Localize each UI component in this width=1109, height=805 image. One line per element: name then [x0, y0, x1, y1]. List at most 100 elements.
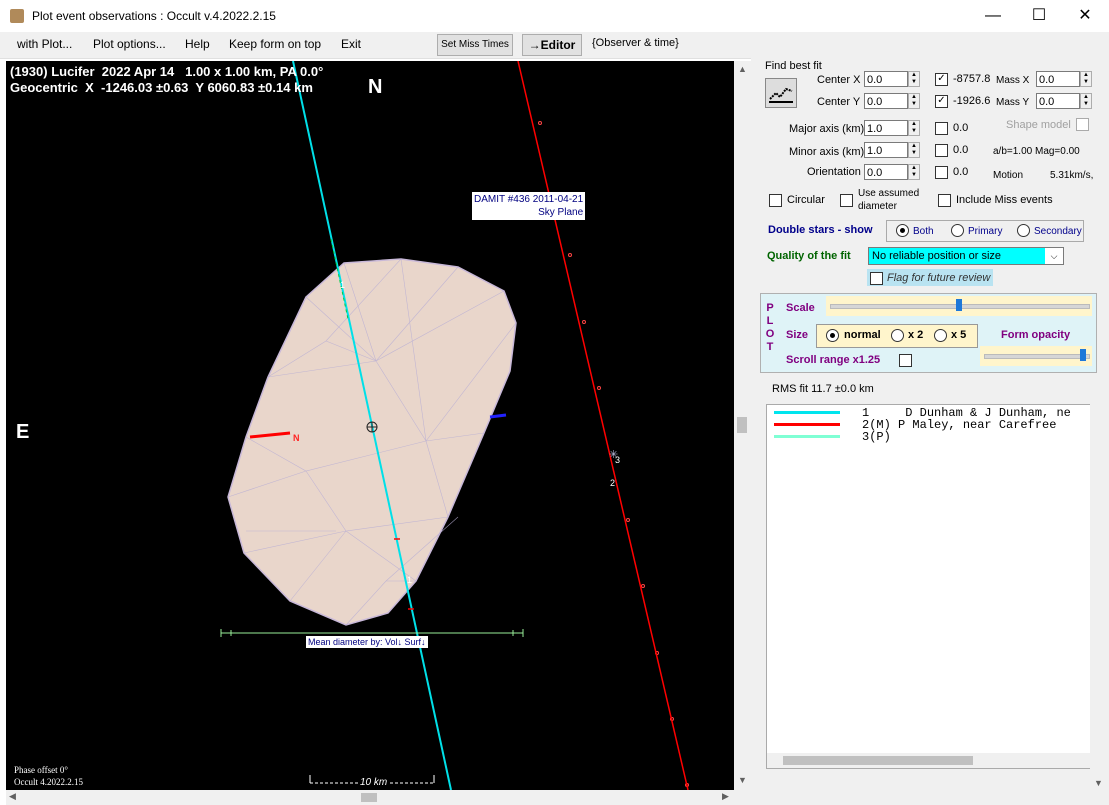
- plot-vertical-scrollbar[interactable]: ▲ ▼: [734, 61, 751, 790]
- quality-select[interactable]: No reliable position or size ⌵: [868, 247, 1064, 265]
- legend-vertical-scrollbar[interactable]: [1090, 404, 1107, 769]
- double-primary-radio[interactable]: [951, 224, 964, 237]
- scroll-range-checkbox[interactable]: [899, 354, 912, 367]
- app-icon: [10, 9, 24, 23]
- shape-model-checkbox[interactable]: [1076, 118, 1089, 131]
- fix-y-checkbox[interactable]: ✓: [935, 95, 948, 108]
- fixed-x-value: -8757.8: [953, 73, 991, 85]
- shape-model-label: Shape model: [1006, 119, 1071, 131]
- center-y-spinner[interactable]: ▲ ▼: [908, 93, 920, 109]
- size-x5-radio[interactable]: [934, 329, 947, 342]
- minor-axis-check-value: 0.0: [953, 144, 969, 156]
- plot-canvas[interactable]: ✳ (1930) Lucifer 2022 Apr 14 1.00 x 1.00…: [6, 61, 734, 790]
- form-opacity-label: Form opacity: [1001, 329, 1071, 341]
- double-primary-label: Primary: [968, 226, 1003, 237]
- legend-swatch-3: [774, 435, 840, 438]
- quality-select-value: No reliable position or size: [872, 250, 1002, 262]
- east-label: E: [16, 421, 30, 443]
- use-assumed-label: Use assumed: [858, 188, 920, 199]
- find-best-fit-button[interactable]: [765, 78, 797, 108]
- size-x5-label: x 5: [951, 329, 967, 341]
- set-miss-times-button[interactable]: Set Miss Times: [437, 34, 513, 56]
- major-axis-label: Major axis (km): [789, 123, 865, 135]
- observer-time-link[interactable]: {Observer & time}: [592, 37, 679, 49]
- minor-axis-input[interactable]: 1.0: [864, 142, 908, 158]
- motion-label: Motion: [993, 170, 1024, 181]
- plot-header-line1: (1930) Lucifer 2022 Apr 14 1.00 x 1.00 k…: [10, 64, 324, 79]
- mass-y-input[interactable]: 0.0: [1036, 93, 1080, 109]
- minimize-button[interactable]: —: [970, 0, 1016, 32]
- use-assumed-checkbox[interactable]: [840, 194, 853, 207]
- mass-x-spinner[interactable]: ▲ ▼: [1080, 71, 1092, 87]
- menu-exit[interactable]: Exit: [341, 37, 361, 51]
- size-x2-radio[interactable]: [891, 329, 904, 342]
- editor-button[interactable]: →Editor: [522, 34, 582, 56]
- phase-offset-label: Phase offset 0°: [14, 765, 68, 775]
- legend-num-3: 3(P): [862, 430, 891, 444]
- plot-horizontal-scrollbar[interactable]: ◀ ▶: [6, 790, 751, 805]
- plot-graphics: ✳: [220, 61, 689, 790]
- double-secondary-label: Secondary: [1034, 226, 1082, 237]
- mass-y-label: Mass Y: [996, 97, 1030, 108]
- double-stars-label: Double stars - show: [768, 224, 873, 236]
- chevron-down-icon[interactable]: ⌵: [1045, 248, 1063, 264]
- motion-value: 5.31km/s,: [1050, 170, 1094, 181]
- flag-review-checkbox[interactable]: [870, 272, 883, 285]
- orientation-input[interactable]: 0.0: [864, 164, 908, 180]
- plot-letter-t: T: [766, 341, 774, 353]
- scroll-left-icon[interactable]: ◀: [9, 791, 16, 802]
- scale-slider[interactable]: [826, 296, 1092, 316]
- menu-plot-options[interactable]: Plot options...: [93, 37, 166, 51]
- scale-slider-thumb[interactable]: [956, 299, 962, 311]
- size-label: Size: [786, 329, 809, 341]
- fit-chart-icon: [769, 87, 793, 103]
- center-x-spinner[interactable]: ▲ ▼: [908, 71, 920, 87]
- fix-x-checkbox[interactable]: ✓: [935, 73, 948, 86]
- major-axis-checkbox[interactable]: [935, 122, 948, 135]
- vertical-scroll-thumb[interactable]: [737, 417, 747, 433]
- form-opacity-slider[interactable]: [980, 346, 1092, 366]
- scroll-right-icon[interactable]: ▶: [722, 791, 729, 802]
- center-y-label: Center Y: [817, 96, 861, 108]
- orientation-checkbox[interactable]: [935, 166, 948, 179]
- double-both-radio[interactable]: [896, 224, 909, 237]
- scale-label: Scale: [786, 302, 815, 314]
- include-miss-checkbox[interactable]: [938, 194, 951, 207]
- mass-x-label: Mass X: [996, 75, 1030, 86]
- legend-scroll-thumb[interactable]: [783, 756, 973, 765]
- scroll-up-icon[interactable]: ▲: [738, 64, 747, 74]
- mass-y-spinner[interactable]: ▲ ▼: [1080, 93, 1092, 109]
- observer-legend-list[interactable]: 1 D Dunham & J Dunham, ne 2(M) P Maley, …: [766, 404, 1092, 769]
- mean-diameter-label: Mean diameter by: Vol↓ Surf↓: [306, 636, 428, 648]
- major-axis-spinner[interactable]: ▲ ▼: [908, 120, 920, 136]
- circular-checkbox[interactable]: [769, 194, 782, 207]
- scroll-down-icon[interactable]: ▼: [738, 775, 747, 785]
- legend-horizontal-scrollbar[interactable]: [767, 753, 1091, 768]
- center-y-input[interactable]: 0.0: [864, 93, 908, 109]
- menu-keep-on-top[interactable]: Keep form on top: [229, 37, 321, 51]
- minor-axis-spinner[interactable]: ▲ ▼: [908, 142, 920, 158]
- close-button[interactable]: ✕: [1062, 0, 1108, 32]
- minor-axis-checkbox[interactable]: [935, 144, 948, 157]
- menu-help[interactable]: Help: [185, 37, 210, 51]
- major-axis-input[interactable]: 1.0: [864, 120, 908, 136]
- form-opacity-thumb[interactable]: [1080, 349, 1086, 361]
- legend-row-3[interactable]: 3(P): [862, 430, 891, 444]
- menu-with-plot[interactable]: with Plot...: [17, 37, 72, 51]
- orientation-spinner[interactable]: ▲ ▼: [908, 164, 920, 180]
- form-opacity-track: [984, 354, 1090, 359]
- scale-bar-label: 10 km: [358, 777, 390, 788]
- horizontal-scroll-thumb[interactable]: [361, 793, 377, 802]
- plot-header-line2: Geocentric X -1246.03 ±0.63 Y 6060.83 ±0…: [10, 80, 313, 95]
- size-normal-radio[interactable]: [826, 329, 839, 342]
- plot-letter-l: L: [766, 315, 774, 327]
- double-secondary-radio[interactable]: [1017, 224, 1030, 237]
- diameter-label: diameter: [858, 201, 897, 212]
- mass-x-input[interactable]: 0.0: [1036, 71, 1080, 87]
- fixed-y-value: -1926.6: [953, 95, 991, 107]
- center-x-input[interactable]: 0.0: [864, 71, 908, 87]
- rms-fit-label: RMS fit 11.7 ±0.0 km: [772, 383, 874, 395]
- maximize-button[interactable]: ☐: [1016, 0, 1062, 32]
- panel-scroll-down-icon[interactable]: ▼: [1094, 778, 1103, 788]
- legend-row-2[interactable]: 2(M) P Maley, near Carefree: [862, 418, 1056, 432]
